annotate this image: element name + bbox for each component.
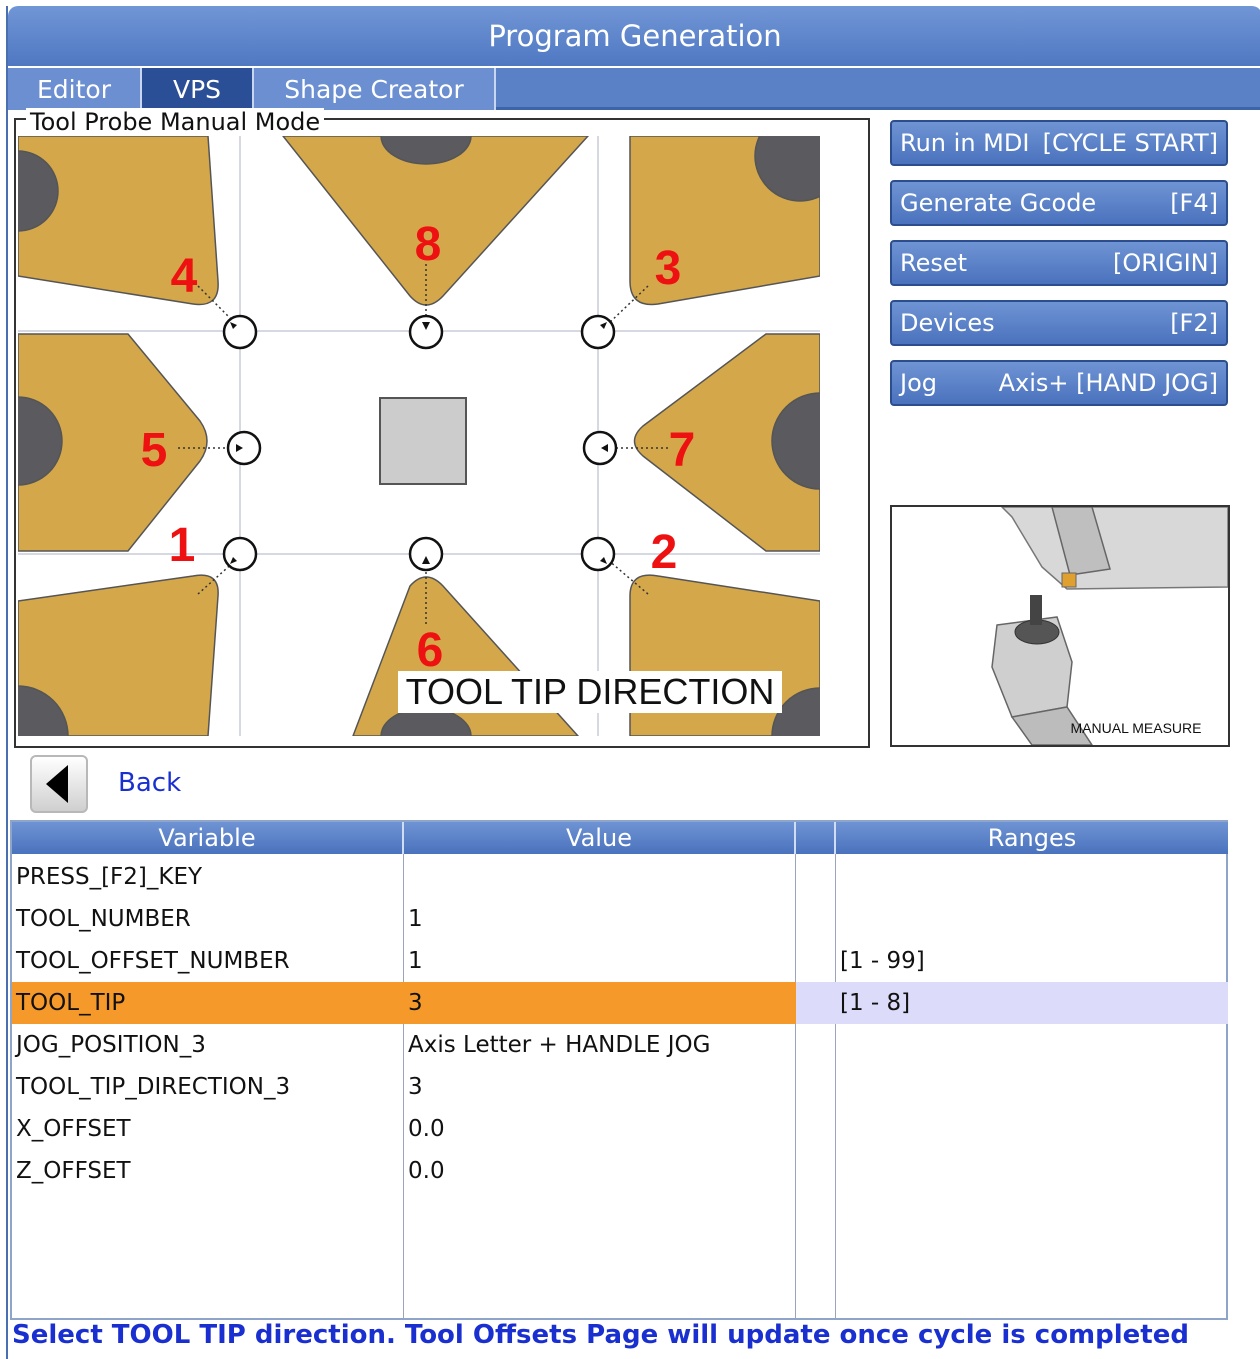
tip-circle-8 <box>408 314 444 350</box>
run-in-mdi-label: Run in MDI <box>900 129 1030 157</box>
panel-title: Tool Probe Manual Mode <box>26 108 325 136</box>
jog-label: Jog <box>900 369 937 397</box>
tip-number-2: 2 <box>651 526 678 579</box>
status-message: Select TOOL TIP direction. Tool Offsets … <box>12 1320 1189 1350</box>
reset-button[interactable]: Reset [ORIGIN] <box>890 240 1228 286</box>
table-row[interactable]: Z_OFFSET 0.0 <box>12 1150 1228 1192</box>
tip-number-6: 6 <box>417 624 444 677</box>
table-row[interactable]: PRESS_[F2]_KEY <box>12 856 1228 898</box>
table-row[interactable]: X_OFFSET 0.0 <box>12 1108 1228 1150</box>
run-in-mdi-key: [CYCLE START] <box>1042 129 1218 157</box>
tip-number-8: 8 <box>415 218 442 271</box>
row-range <box>836 1024 1228 1066</box>
row-value[interactable]: 3 <box>404 982 796 1024</box>
table-row[interactable]: TOOL_OFFSET_NUMBER 1 [1 - 99] <box>12 940 1228 982</box>
tip-circle-5 <box>226 430 262 466</box>
row-variable: X_OFFSET <box>16 1116 131 1142</box>
row-variable: Z_OFFSET <box>16 1158 131 1184</box>
tip-circle-3 <box>580 314 616 350</box>
row-range <box>836 1108 1228 1150</box>
back-arrow-icon <box>46 765 68 803</box>
window-title: Program Generation <box>8 6 1260 66</box>
table-row-selected[interactable]: TOOL_TIP 3 [1 - 8] <box>12 982 1228 1024</box>
variables-table: Variable Value Ranges PRESS_[F2]_KEY TOO… <box>10 820 1228 1320</box>
jog-button[interactable]: Jog Axis+ [HAND JOG] <box>890 360 1228 406</box>
row-variable: TOOL_OFFSET_NUMBER <box>16 948 290 974</box>
row-extra <box>796 982 836 1024</box>
row-range <box>836 898 1228 940</box>
row-variable: TOOL_TIP_DIRECTION_3 <box>16 1074 291 1100</box>
row-range: [1 - 99] <box>840 948 925 974</box>
tool-tip-direction-diagram: 1 2 3 4 5 6 7 8 TOOL TIP DIRECTION <box>18 136 820 736</box>
generate-gcode-key: [F4] <box>1170 189 1218 217</box>
row-variable: TOOL_TIP <box>12 982 404 1024</box>
reset-key: [ORIGIN] <box>1113 249 1218 277</box>
row-variable: JOG_POSITION_3 <box>16 1032 206 1058</box>
table-row[interactable]: JOG_POSITION_3 Axis Letter + HANDLE JOG <box>12 1024 1228 1066</box>
header-extra <box>796 822 836 854</box>
manual-measure-photo: MANUAL MEASURE <box>890 505 1230 747</box>
row-value: 0.0 <box>408 1158 445 1184</box>
tab-vps[interactable]: VPS <box>142 68 254 110</box>
row-value <box>404 856 796 898</box>
tip-number-5: 5 <box>141 424 168 477</box>
jog-key: Axis+ [HAND JOG] <box>998 369 1218 397</box>
insert-bottom-left <box>18 574 219 736</box>
devices-button[interactable]: Devices [F2] <box>890 300 1228 346</box>
generate-gcode-button[interactable]: Generate Gcode [F4] <box>890 180 1228 226</box>
header-value: Value <box>404 822 796 854</box>
row-variable: TOOL_NUMBER <box>16 906 191 932</box>
header-variable: Variable <box>12 822 404 854</box>
tab-bar: Editor VPS Shape Creator <box>8 68 1260 110</box>
header-ranges: Ranges <box>836 822 1228 854</box>
tip-number-7: 7 <box>669 424 696 477</box>
row-variable: PRESS_[F2]_KEY <box>16 864 203 890</box>
row-range <box>836 856 1228 898</box>
tip-circle-2 <box>580 536 616 572</box>
tip-circle-7 <box>582 430 618 466</box>
row-value: 1 <box>408 948 423 974</box>
tip-circle-4 <box>222 314 258 350</box>
tip-circle-6 <box>408 536 444 572</box>
row-value: Axis Letter + HANDLE JOG <box>408 1032 711 1058</box>
tab-shape-creator[interactable]: Shape Creator <box>254 68 496 110</box>
row-value: 3 <box>408 1074 423 1100</box>
row-range <box>836 1150 1228 1192</box>
row-range <box>836 1066 1228 1108</box>
generate-gcode-label: Generate Gcode <box>900 189 1097 217</box>
back-link[interactable]: Back <box>118 768 181 798</box>
row-value: 0.0 <box>408 1116 445 1142</box>
devices-key: [F2] <box>1170 309 1218 337</box>
diagram-caption: TOOL TIP DIRECTION <box>406 671 775 712</box>
table-row[interactable]: TOOL_TIP_DIRECTION_3 3 <box>12 1066 1228 1108</box>
tip-number-3: 3 <box>655 242 682 295</box>
tip-number-1: 1 <box>169 519 196 572</box>
probe-square <box>379 397 467 485</box>
tip-circle-1 <box>222 536 258 572</box>
row-range: [1 - 8] <box>836 982 1228 1024</box>
table-row[interactable]: TOOL_NUMBER 1 <box>12 898 1228 940</box>
tab-editor[interactable]: Editor <box>8 68 142 110</box>
run-in-mdi-button[interactable]: Run in MDI [CYCLE START] <box>890 120 1228 166</box>
photo-caption: MANUAL MEASURE <box>1071 720 1202 736</box>
row-value: 1 <box>408 906 423 932</box>
devices-label: Devices <box>900 309 995 337</box>
reset-label: Reset <box>900 249 968 277</box>
tip-number-4: 4 <box>171 250 198 303</box>
back-button[interactable] <box>30 755 88 813</box>
